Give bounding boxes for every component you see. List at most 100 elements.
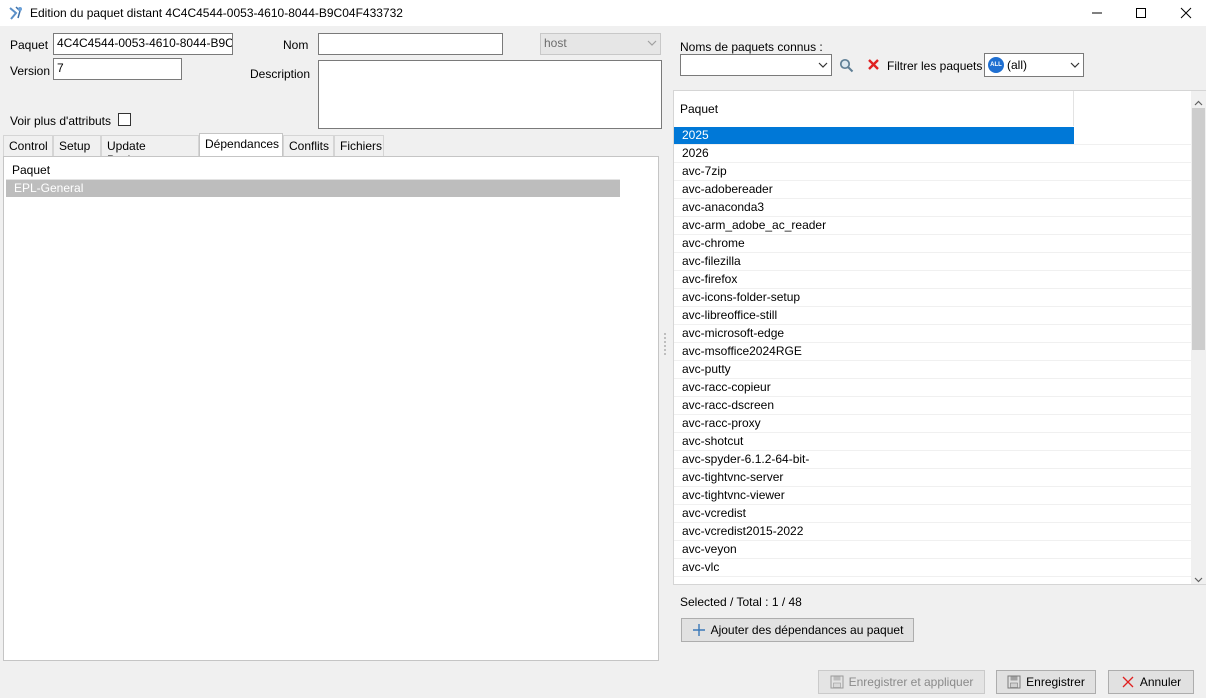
floppy-icon	[830, 675, 844, 689]
filter-packages-label: Filtrer les paquets	[887, 59, 983, 73]
maximize-button[interactable]	[1118, 0, 1164, 26]
package-row[interactable]: avc-icons-folder-setup	[674, 289, 1074, 307]
package-row-extra-cell[interactable]	[1074, 163, 1191, 181]
package-row[interactable]: avc-microsoft-edge	[674, 325, 1074, 343]
close-icon	[1180, 7, 1192, 19]
paquet-field[interactable]: 4C4C4544-0053-4610-8044-B9C04	[53, 33, 233, 55]
minimize-button[interactable]	[1074, 0, 1120, 26]
package-row[interactable]: avc-msoffice2024RGE	[674, 343, 1074, 361]
tab-conflits[interactable]: Conflits	[283, 135, 334, 156]
package-row[interactable]: 2026	[674, 145, 1074, 163]
package-row-extra-cell[interactable]	[1074, 217, 1191, 235]
package-row[interactable]: avc-tightvnc-server	[674, 469, 1074, 487]
maximize-icon	[1136, 8, 1146, 18]
scroll-up-icon[interactable]	[1194, 95, 1203, 109]
package-search-combo[interactable]	[680, 54, 832, 76]
package-row[interactable]: avc-adobereader	[674, 181, 1074, 199]
package-row-extra-cell[interactable]	[1074, 271, 1191, 289]
package-row[interactable]: avc-racc-proxy	[674, 415, 1074, 433]
dependency-row[interactable]: EPL-General	[6, 180, 620, 197]
add-dependencies-label: Ajouter des dépendances au paquet	[710, 623, 904, 637]
selection-status: Selected / Total : 1 / 48	[680, 595, 802, 609]
more-attributes-label: Voir plus d'attributs	[10, 114, 112, 128]
package-row-extra-cell[interactable]	[1074, 559, 1191, 577]
package-row-extra-cell[interactable]	[1074, 361, 1191, 379]
package-row-extra-cell[interactable]	[1074, 397, 1191, 415]
chevron-down-icon	[647, 40, 657, 46]
tab-fichiers[interactable]: Fichiers	[334, 135, 384, 156]
package-row-extra-cell[interactable]	[1074, 127, 1191, 145]
package-row-extra-cell[interactable]	[1074, 325, 1191, 343]
description-field[interactable]	[318, 60, 662, 129]
package-row-extra-cell[interactable]	[1074, 505, 1191, 523]
known-packages-column-label: Paquet	[680, 102, 719, 116]
package-row-extra-cell[interactable]	[1074, 469, 1191, 487]
chevron-down-icon	[818, 62, 828, 68]
package-row[interactable]: avc-vcredist2015-2022	[674, 523, 1074, 541]
tab-control[interactable]: Control	[3, 135, 53, 156]
all-badge-icon: ALL	[988, 57, 1004, 73]
save-and-apply-label: Enregistrer et appliquer	[848, 675, 974, 689]
package-row-extra-cell[interactable]	[1074, 415, 1191, 433]
package-row-extra-cell[interactable]	[1074, 487, 1191, 505]
tab-update-package[interactable]: Update Package	[101, 135, 199, 167]
package-row[interactable]: avc-anaconda3	[674, 199, 1074, 217]
package-row-extra-cell[interactable]	[1074, 379, 1191, 397]
dependencies-column-label: Paquet	[12, 163, 51, 177]
package-row-extra-cell[interactable]	[1074, 451, 1191, 469]
package-row[interactable]: avc-veyon	[674, 541, 1074, 559]
package-row[interactable]: avc-firefox	[674, 271, 1074, 289]
nom-field[interactable]	[318, 33, 503, 55]
package-row-extra-cell[interactable]	[1074, 307, 1191, 325]
tab-dependances[interactable]: Dépendances	[199, 133, 283, 157]
package-row[interactable]: avc-spyder-6.1.2-64-bit-	[674, 451, 1074, 469]
package-row-extra-cell[interactable]	[1074, 343, 1191, 361]
package-row-extra-cell[interactable]	[1074, 145, 1191, 163]
cancel-button[interactable]: Annuler	[1108, 670, 1194, 694]
package-row[interactable]: 2025	[674, 127, 1074, 145]
scrollbar-thumb[interactable]	[1192, 108, 1205, 350]
scroll-down-icon[interactable]	[1194, 572, 1203, 586]
package-row-extra-cell[interactable]	[1074, 199, 1191, 217]
package-row-extra-cell[interactable]	[1074, 289, 1191, 307]
more-attributes-checkbox[interactable]	[118, 113, 131, 126]
package-row-extra-cell[interactable]	[1074, 523, 1191, 541]
package-row[interactable]: avc-7zip	[674, 163, 1074, 181]
package-row-extra-cell[interactable]	[1074, 235, 1191, 253]
package-row-extra-cell[interactable]	[1074, 541, 1191, 559]
known-packages-column-header[interactable]: Paquet	[674, 91, 1074, 126]
filter-packages-select[interactable]: ALL (all)	[984, 53, 1084, 77]
package-row-extra-cell[interactable]	[1074, 433, 1191, 451]
package-row[interactable]: avc-tightvnc-viewer	[674, 487, 1074, 505]
tab-setup[interactable]: Setup	[53, 135, 101, 156]
package-row[interactable]: avc-filezilla	[674, 253, 1074, 271]
package-row-extra-cell[interactable]	[1074, 181, 1191, 199]
package-row[interactable]: avc-racc-dscreen	[674, 397, 1074, 415]
version-label: Version	[10, 64, 51, 78]
package-row-extra-cell[interactable]	[1074, 253, 1191, 271]
package-row[interactable]: avc-arm_adobe_ac_reader	[674, 217, 1074, 235]
version-field[interactable]: 7	[53, 58, 182, 80]
splitter-handle[interactable]	[663, 330, 667, 360]
package-row[interactable]: avc-libreoffice-still	[674, 307, 1074, 325]
close-button[interactable]	[1163, 0, 1206, 26]
add-dependencies-button[interactable]: Ajouter des dépendances au paquet	[681, 618, 914, 642]
save-button[interactable]: Enregistrer	[996, 670, 1096, 694]
plus-icon	[692, 624, 705, 636]
package-row[interactable]: avc-putty	[674, 361, 1074, 379]
package-row[interactable]: avc-racc-copieur	[674, 379, 1074, 397]
package-row[interactable]: avc-shotcut	[674, 433, 1074, 451]
app-icon	[8, 5, 24, 21]
search-icon[interactable]	[839, 58, 854, 76]
package-row[interactable]: avc-vlc	[674, 559, 1074, 577]
known-packages-column2-header[interactable]	[1074, 91, 1191, 126]
host-select-value: host	[544, 36, 567, 50]
package-row[interactable]: avc-chrome	[674, 235, 1074, 253]
dependencies-panel	[3, 156, 659, 661]
minimize-icon	[1092, 12, 1102, 14]
chevron-down-icon	[1070, 62, 1080, 68]
clear-filter-icon[interactable]	[867, 58, 880, 74]
package-row[interactable]: avc-vcredist	[674, 505, 1074, 523]
dependencies-column-header[interactable]: Paquet	[6, 160, 620, 180]
save-and-apply-button[interactable]: Enregistrer et appliquer	[818, 670, 985, 694]
